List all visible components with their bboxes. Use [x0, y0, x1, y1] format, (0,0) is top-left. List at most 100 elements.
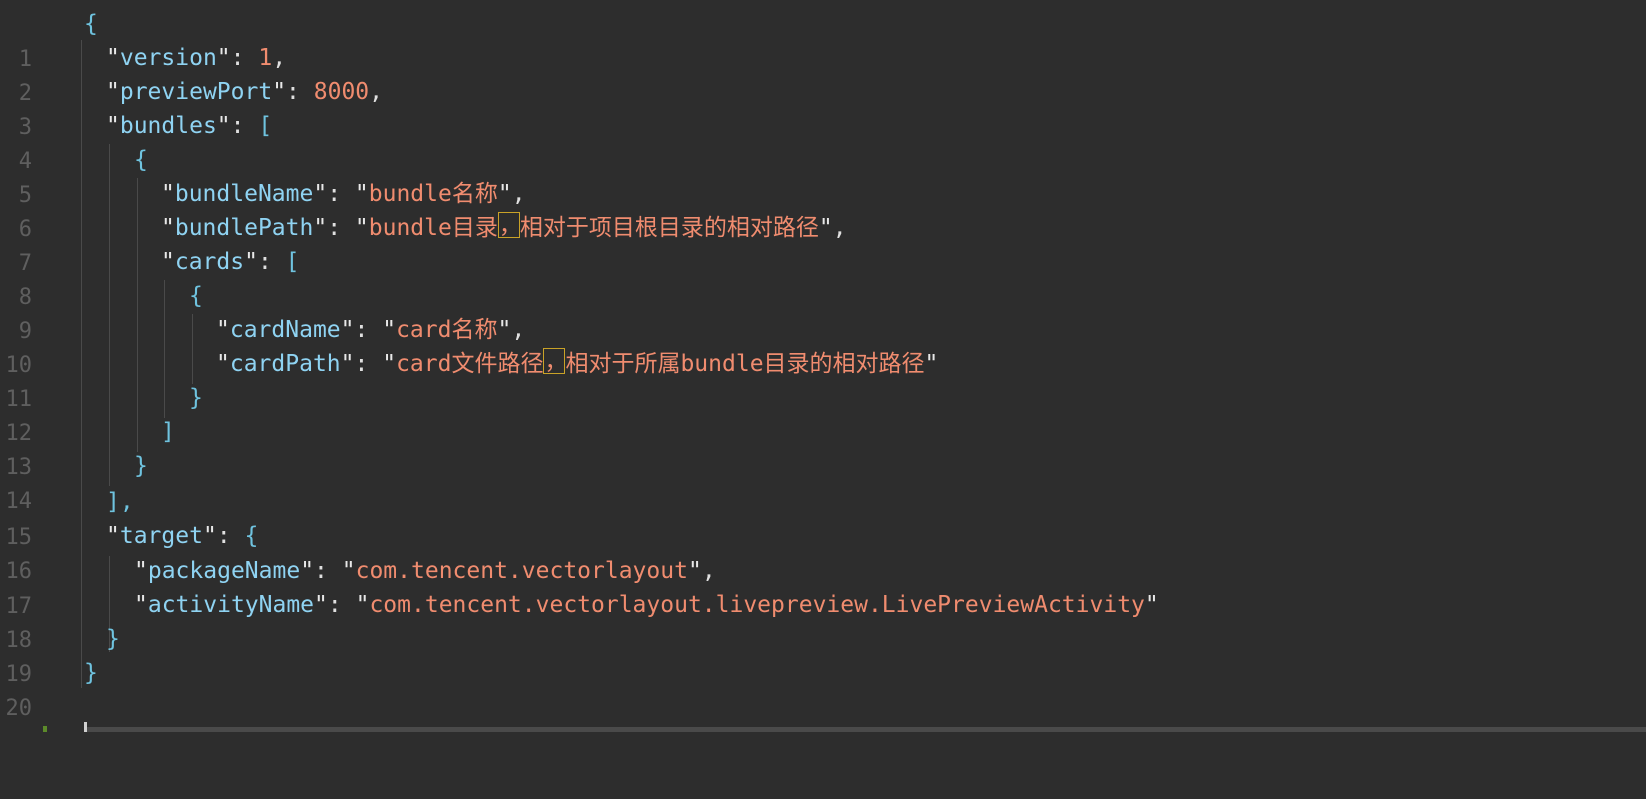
- json-quote: ": [300, 558, 315, 584]
- json-quote: ": [106, 113, 120, 139]
- json-string-value: com.tencent.vectorlayout: [355, 558, 688, 584]
- json-quote: ": [382, 351, 397, 377]
- json-brace: }: [189, 385, 203, 411]
- code-line[interactable]: 17 "packageName": "com.tencent.vectorlay…: [0, 553, 1646, 619]
- json-string-value: bundle名称: [368, 181, 498, 207]
- code-line[interactable]: 10 "cardName": "card名称",: [0, 312, 1646, 378]
- json-quote: ": [818, 215, 833, 241]
- code-line[interactable]: 19 }: [0, 621, 1646, 687]
- code-line[interactable]: 1 {: [0, 6, 1646, 72]
- code-line[interactable]: 6 "bundleName": "bundle名称",: [0, 176, 1646, 242]
- json-quote: ": [244, 249, 258, 275]
- json-key: packageName: [147, 558, 301, 584]
- json-quote: ": [354, 181, 369, 207]
- json-separator: :: [216, 523, 245, 549]
- json-quote: ": [313, 181, 328, 207]
- code-line[interactable]: 13 ]: [0, 414, 1646, 480]
- json-separator: :: [354, 351, 383, 377]
- json-quote: ": [1144, 592, 1159, 618]
- json-separator: :: [327, 592, 356, 618]
- json-trailing-comma: ,: [701, 558, 716, 584]
- code-line[interactable]: 2 "version": 1,: [0, 40, 1646, 106]
- json-quote: ": [106, 45, 120, 71]
- code-line[interactable]: 14 }: [0, 448, 1646, 514]
- code-line[interactable]: 7 "bundlePath": "bundle目录，相对于项目根目录的相对路径"…: [0, 210, 1646, 276]
- text-cursor: [84, 722, 87, 732]
- gutter-change-marker: [43, 726, 47, 732]
- line-number: 20: [5, 696, 33, 721]
- json-quote: ": [497, 317, 512, 343]
- json-bracket: ]: [161, 419, 175, 445]
- json-brace: {: [189, 283, 203, 309]
- json-string-value: 相对于项目根目录的相对路径: [519, 215, 819, 241]
- json-brace: }: [84, 660, 98, 686]
- json-string-value: card名称: [396, 317, 498, 343]
- json-quote: ": [313, 215, 328, 241]
- code-line[interactable]: 4 "bundles": [: [0, 108, 1646, 174]
- code-line[interactable]: 3 "previewPort": 8000,: [0, 74, 1646, 140]
- code-editor[interactable]: 1 { 2 "version": 1, 3 "previewPort": 800…: [0, 0, 1646, 732]
- json-string-value: com.tencent.vectorlayout.livepreview.Liv…: [369, 592, 1145, 618]
- json-quote: ": [216, 45, 231, 71]
- json-key: target: [119, 523, 203, 549]
- json-quote: ": [106, 523, 120, 549]
- json-quote: ": [272, 79, 287, 105]
- json-key: previewPort: [119, 79, 273, 105]
- json-quote: ": [134, 592, 148, 618]
- json-separator: :: [230, 45, 259, 71]
- code-line[interactable]: 16 "target": {: [0, 518, 1646, 584]
- json-key: bundlePath: [174, 215, 314, 241]
- json-brace: {: [244, 523, 259, 549]
- json-trailing-comma: ,: [832, 215, 847, 241]
- json-brace: }: [106, 626, 120, 652]
- json-key: cards: [174, 249, 245, 275]
- json-bracket: [: [258, 113, 273, 139]
- json-number: 8000: [313, 79, 370, 105]
- json-quote: ": [134, 558, 148, 584]
- json-quote: ": [340, 351, 355, 377]
- json-key: bundles: [119, 113, 217, 139]
- horizontal-scrollbar[interactable]: [84, 727, 1646, 732]
- json-quote: ": [340, 317, 355, 343]
- code-line[interactable]: 12 }: [0, 380, 1646, 446]
- code-line[interactable]: 15 ],: [0, 484, 1646, 550]
- json-separator: :: [327, 181, 355, 207]
- json-brace: }: [134, 453, 148, 479]
- json-quote: ": [216, 113, 231, 139]
- json-separator: :: [354, 317, 383, 343]
- json-string-value: card文件路径: [396, 351, 544, 377]
- json-string-value: bundle目录: [368, 215, 498, 241]
- code-line[interactable]: 20 }: [0, 655, 1646, 721]
- code-line[interactable]: 8 "cards": [: [0, 244, 1646, 310]
- json-trailing-comma: ,: [511, 181, 526, 207]
- json-trailing-comma: ,: [369, 79, 383, 105]
- highlighted-fullwidth-comma: ，: [543, 348, 566, 374]
- json-bracket: ],: [106, 489, 134, 515]
- code-line[interactable]: 5 {: [0, 142, 1646, 208]
- highlighted-fullwidth-comma: ，: [497, 212, 520, 238]
- json-trailing-comma: ,: [272, 45, 287, 71]
- json-key: cardName: [229, 317, 341, 343]
- json-number: 1: [258, 45, 273, 71]
- json-quote: ": [202, 523, 217, 549]
- json-quote: ": [924, 351, 939, 377]
- json-key: activityName: [147, 592, 315, 618]
- json-quote: ": [497, 181, 512, 207]
- code-line[interactable]: 11 "cardPath": "card文件路径，相对于所属bundle目录的相…: [0, 346, 1646, 412]
- json-brace: {: [134, 147, 148, 173]
- json-quote: ": [314, 592, 328, 618]
- json-quote: ": [355, 592, 370, 618]
- json-separator: :: [257, 249, 286, 275]
- json-quote: ": [161, 249, 175, 275]
- code-line[interactable]: 18 "activityName": "com.tencent.vectorla…: [0, 587, 1646, 653]
- json-separator: :: [327, 215, 355, 241]
- json-quote: ": [161, 215, 175, 241]
- json-key: version: [119, 45, 217, 71]
- json-string-value: 相对于所属bundle目录的相对路径: [565, 351, 925, 377]
- json-separator: :: [286, 79, 314, 105]
- code-line[interactable]: 9 {: [0, 278, 1646, 344]
- json-trailing-comma: ,: [511, 317, 526, 343]
- json-quote: ": [106, 79, 120, 105]
- json-separator: :: [230, 113, 259, 139]
- json-key: bundleName: [174, 181, 314, 207]
